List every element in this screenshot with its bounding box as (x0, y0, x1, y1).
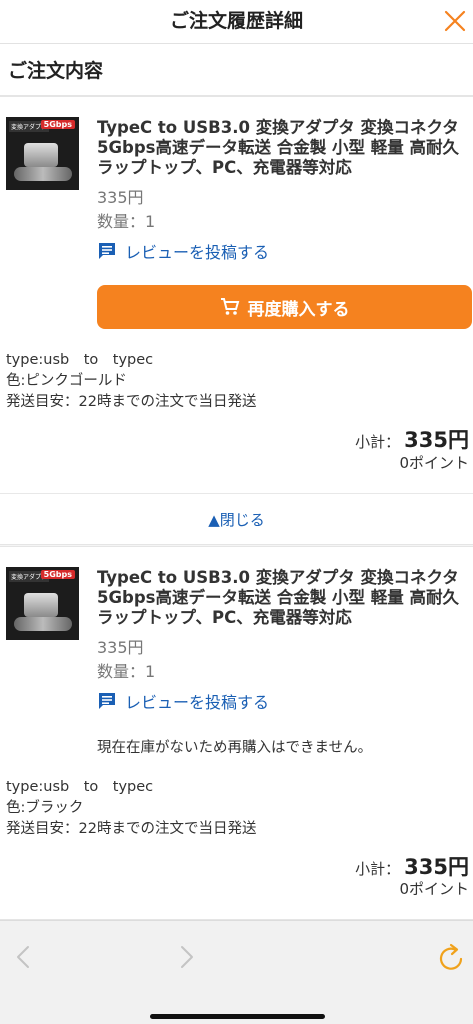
review-icon (99, 693, 115, 709)
order-item-card: 変換アダプタ 5Gbps TypeC to USB3.0 変換アダプタ 変換コネ… (0, 96, 473, 545)
rebuy-label: 再度購入する (247, 299, 350, 319)
subtotal-value: 335円 (404, 428, 469, 452)
product-price: 335円 (97, 638, 144, 657)
subtotal-value: 335円 (404, 855, 469, 879)
cart-icon (220, 298, 239, 315)
product-quantity: 数量：1 (97, 212, 156, 231)
order-item-card: 変換アダプタ 5Gbps TypeC to USB3.0 変換アダプタ 変換コネ… (0, 546, 473, 920)
reload-icon[interactable] (437, 941, 467, 973)
section-header: ご注文内容 (0, 44, 473, 96)
cable-image (14, 617, 72, 631)
subtotal: 小計： 335円 (355, 424, 469, 454)
spec-type: type:usb to typec (6, 779, 154, 795)
adapter-image (24, 593, 58, 617)
subtotal-label: 小計： (355, 860, 401, 878)
divider (0, 493, 473, 494)
thumbnail-badge: 5Gbps (40, 570, 75, 579)
points-earned: 0ポイント (399, 454, 469, 472)
browser-toolbar (0, 920, 473, 1024)
write-review-label: レビューを投稿する (125, 693, 270, 712)
product-quantity: 数量：1 (97, 662, 156, 681)
thumbnail-badge: 5Gbps (40, 120, 75, 129)
close-icon[interactable] (443, 9, 467, 33)
header-bar: ご注文履歴詳細 (0, 0, 473, 44)
subtotal: 小計： 335円 (355, 851, 469, 881)
write-review-link[interactable]: レビューを投稿する (97, 690, 269, 712)
points-earned: 0ポイント (399, 880, 469, 898)
spec-color: 色:ピンクゴールド (6, 373, 127, 389)
product-name[interactable]: TypeC to USB3.0 変換アダプタ 変換コネクタ 5Gbps高速データ… (97, 118, 469, 178)
section-title: ご注文内容 (8, 60, 104, 82)
spec-color: 色:ブラック (6, 800, 84, 816)
product-thumbnail[interactable]: 変換アダプタ 5Gbps (6, 117, 79, 190)
spec-type: type:usb to typec (6, 352, 154, 368)
spec-shipping: 発送目安：22時までの注文で当日発送 (6, 394, 257, 410)
write-review-link[interactable]: レビューを投稿する (97, 240, 269, 262)
collapse-toggle[interactable]: ▲閉じる (0, 509, 473, 530)
cable-image (14, 167, 72, 181)
spec-shipping: 発送目安：22時までの注文で当日発送 (6, 821, 257, 837)
home-indicator (150, 1014, 325, 1019)
out-of-stock-notice: 現在在庫がないため再購入はできません。 (97, 740, 373, 756)
write-review-label: レビューを投稿する (125, 243, 270, 262)
forward-icon[interactable] (176, 945, 196, 969)
product-thumbnail[interactable]: 変換アダプタ 5Gbps (6, 567, 79, 640)
back-icon[interactable] (14, 945, 34, 969)
product-price: 335円 (97, 188, 144, 207)
adapter-image (24, 143, 58, 167)
product-name[interactable]: TypeC to USB3.0 変換アダプタ 変換コネクタ 5Gbps高速データ… (97, 568, 469, 628)
subtotal-label: 小計： (355, 433, 401, 451)
rebuy-button[interactable]: 再度購入する (97, 285, 472, 329)
review-icon (99, 243, 115, 259)
page-title: ご注文履歴詳細 (169, 10, 303, 32)
